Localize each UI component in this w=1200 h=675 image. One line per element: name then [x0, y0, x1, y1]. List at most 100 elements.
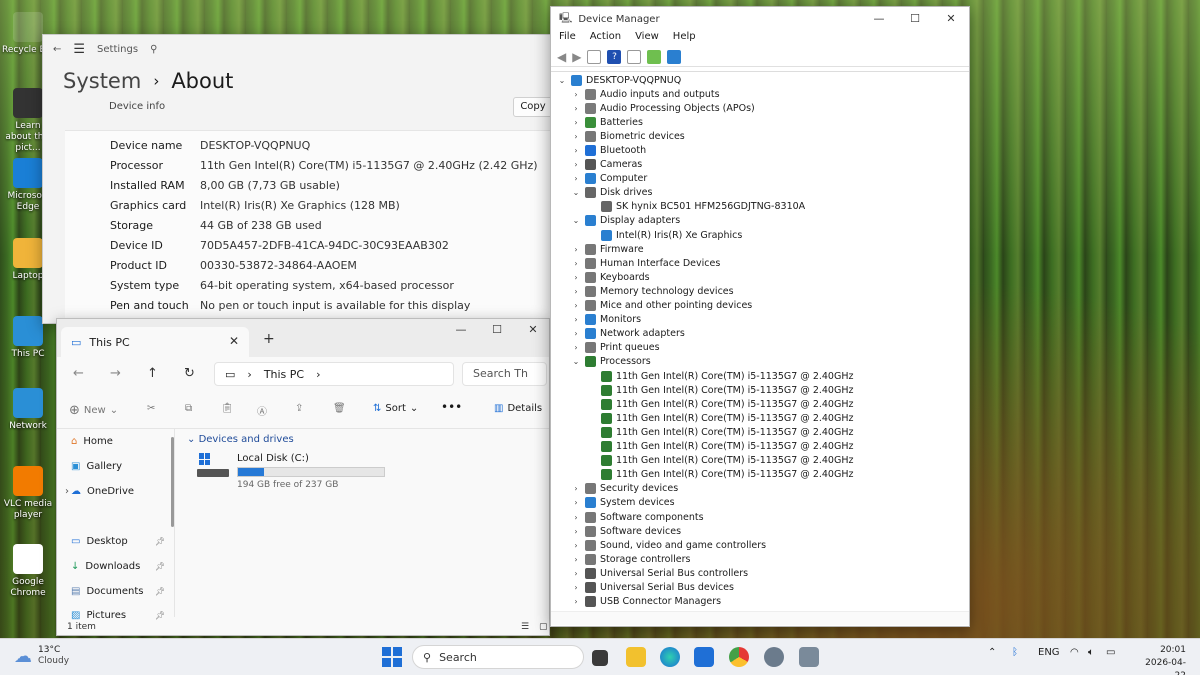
- pin-icon[interactable]: 📌︎: [155, 537, 165, 546]
- tree-category[interactable]: › Batteries: [571, 115, 643, 129]
- menu-view[interactable]: View: [635, 31, 659, 47]
- file-explorer-icon[interactable]: [626, 647, 646, 667]
- tree-category[interactable]: › Sound, video and game controllers: [571, 538, 766, 552]
- tree-category[interactable]: › Firmware: [571, 242, 644, 256]
- chevron-right-icon[interactable]: ›: [571, 245, 581, 254]
- desktop-icon[interactable]: Google Chrome: [2, 544, 54, 599]
- monitor-icon[interactable]: [667, 49, 682, 64]
- more-options-icon[interactable]: •••: [441, 400, 462, 414]
- tree-category[interactable]: ⌄ Display adapters: [571, 214, 680, 228]
- tiles-view-icon[interactable]: ▢: [539, 617, 548, 635]
- chevron-down-icon[interactable]: ⌄: [571, 216, 581, 225]
- start-button[interactable]: [382, 647, 402, 667]
- rename-icon[interactable]: Ⓐ: [257, 403, 267, 418]
- file-explorer-window[interactable]: ▭ This PC ✕ + — ☐ ✕ ← → ↑ ↻ ▭ › This PC …: [56, 318, 550, 636]
- tree-category[interactable]: ⌄ Disk drives: [571, 186, 652, 200]
- task-view-icon[interactable]: [592, 650, 608, 666]
- tree-category[interactable]: › Universal Serial Bus devices: [571, 581, 734, 595]
- update-driver-icon[interactable]: [627, 49, 642, 64]
- hamburger-menu-icon[interactable]: ☰: [73, 42, 85, 57]
- tree-root[interactable]: ⌄ DESKTOP-VQQPNUQ: [557, 73, 681, 87]
- chevron-right-icon[interactable]: ›: [571, 146, 581, 155]
- chevron-right-icon[interactable]: ›: [571, 343, 581, 352]
- tree-category[interactable]: › System devices: [571, 496, 675, 510]
- tree-category[interactable]: › Print queues: [571, 341, 660, 355]
- paste-icon[interactable]: 📋︎: [221, 403, 234, 414]
- details-button[interactable]: ▥ Details: [494, 403, 542, 414]
- language-indicator[interactable]: ENG: [1038, 647, 1060, 658]
- chevron-right-icon[interactable]: ›: [571, 583, 581, 592]
- chevron-right-icon[interactable]: ›: [571, 541, 581, 550]
- sort-button[interactable]: ⇅ Sort ⌄: [373, 403, 418, 414]
- settings-gear-icon[interactable]: [764, 647, 784, 667]
- store-icon[interactable]: [694, 647, 714, 667]
- nav-item-onedrive[interactable]: › ☁ OneDrive: [65, 486, 134, 497]
- tree-category[interactable]: › Computer: [571, 172, 647, 186]
- properties-icon[interactable]: [587, 49, 602, 64]
- tree-device[interactable]: 11th Gen Intel(R) Core(TM) i5-1135G7 @ 2…: [587, 369, 853, 383]
- scan-hardware-icon[interactable]: [647, 49, 662, 64]
- nav-item-home[interactable]: ⌂ Home: [71, 436, 113, 447]
- tree-category[interactable]: › Keyboards: [571, 270, 650, 284]
- chevron-right-icon[interactable]: ›: [571, 527, 581, 536]
- new-tab-icon[interactable]: +: [263, 331, 275, 347]
- tree-device[interactable]: 11th Gen Intel(R) Core(TM) i5-1135G7 @ 2…: [587, 383, 853, 397]
- tree-category[interactable]: › Memory technology devices: [571, 284, 734, 298]
- tree-category[interactable]: › Human Interface Devices: [571, 256, 720, 270]
- device-manager-window[interactable]: 🖳︎ Device Manager — ☐ ✕ File Action View He…: [550, 6, 970, 627]
- devices-group-header[interactable]: ⌄ Devices and drives: [187, 434, 294, 445]
- edge-icon[interactable]: [660, 647, 680, 667]
- minimize-icon[interactable]: —: [443, 323, 479, 336]
- refresh-icon[interactable]: ↻: [184, 366, 195, 381]
- chevron-right-icon[interactable]: ›: [571, 498, 581, 507]
- nav-item-gallery[interactable]: ▣ Gallery: [71, 461, 122, 472]
- tree-device[interactable]: 11th Gen Intel(R) Core(TM) i5-1135G7 @ 2…: [587, 425, 853, 439]
- close-tab-icon[interactable]: ✕: [229, 334, 239, 348]
- tree-device[interactable]: 11th Gen Intel(R) Core(TM) i5-1135G7 @ 2…: [587, 397, 853, 411]
- tab-this-pc[interactable]: ▭ This PC ✕: [61, 327, 249, 357]
- new-button[interactable]: ⊕ New ⌄: [69, 403, 118, 418]
- delete-icon[interactable]: 🗑︎: [333, 403, 346, 414]
- maximize-icon[interactable]: ☐: [897, 12, 933, 25]
- tree-category[interactable]: › Audio Processing Objects (APOs): [571, 101, 755, 115]
- tree-device[interactable]: 11th Gen Intel(R) Core(TM) i5-1135G7 @ 2…: [587, 411, 853, 425]
- pin-icon[interactable]: 📌︎: [155, 562, 165, 571]
- forward-icon[interactable]: →: [110, 366, 121, 381]
- tree-category[interactable]: › Software devices: [571, 524, 681, 538]
- desktop-icon[interactable]: Network: [2, 388, 54, 432]
- tree-category[interactable]: › Mice and other pointing devices: [571, 299, 752, 313]
- chevron-right-icon[interactable]: ›: [571, 329, 581, 338]
- tree-category[interactable]: ⌄ Processors: [571, 355, 651, 369]
- nav-item-desktop[interactable]: ▭ Desktop 📌︎: [71, 536, 165, 547]
- nav-item-downloads[interactable]: ↓ Downloads 📌︎: [71, 561, 165, 572]
- share-icon[interactable]: ⇪: [295, 403, 303, 414]
- chevron-right-icon[interactable]: ›: [571, 301, 581, 310]
- breadcrumb-system[interactable]: System: [63, 69, 141, 93]
- minimize-icon[interactable]: —: [861, 12, 897, 25]
- menu-help[interactable]: Help: [673, 31, 696, 47]
- tree-device[interactable]: 11th Gen Intel(R) Core(TM) i5-1135G7 @ 2…: [587, 440, 853, 454]
- forward-arrow-icon[interactable]: ▶: [572, 50, 581, 64]
- chevron-right-icon[interactable]: ›: [571, 287, 581, 296]
- chevron-right-icon[interactable]: ›: [571, 118, 581, 127]
- taskbar-search[interactable]: ⚲ Search: [412, 645, 584, 669]
- cut-icon[interactable]: ✂: [147, 403, 155, 414]
- weather-widget[interactable]: ☁ 13°C Cloudy: [14, 645, 69, 667]
- chevron-right-icon[interactable]: ›: [571, 569, 581, 578]
- close-icon[interactable]: ✕: [933, 12, 969, 25]
- tree-category[interactable]: › USB Connector Managers: [571, 595, 721, 609]
- menu-action[interactable]: Action: [590, 31, 621, 47]
- nav-item-documents[interactable]: ▤ Documents 📌︎: [71, 586, 165, 597]
- chevron-right-icon[interactable]: ›: [571, 259, 581, 268]
- up-icon[interactable]: ↑: [147, 366, 158, 381]
- copy-icon[interactable]: ⧉: [185, 403, 192, 414]
- back-arrow-icon[interactable]: ◀: [557, 50, 566, 64]
- chevron-right-icon[interactable]: ›: [571, 132, 581, 141]
- desktop-icon[interactable]: VLC media player: [2, 466, 54, 521]
- chevron-down-icon[interactable]: ⌄: [571, 357, 581, 366]
- details-view-icon[interactable]: ☰: [521, 617, 529, 635]
- nav-scrollbar[interactable]: [171, 437, 174, 527]
- tree-device[interactable]: SK hynix BC501 HFM256GDJTNG-8310A: [587, 200, 805, 214]
- settings-window[interactable]: ← ☰ Settings ⚲ System › About Device inf…: [42, 34, 554, 324]
- volume-icon[interactable]: 🔈︎: [1088, 647, 1094, 658]
